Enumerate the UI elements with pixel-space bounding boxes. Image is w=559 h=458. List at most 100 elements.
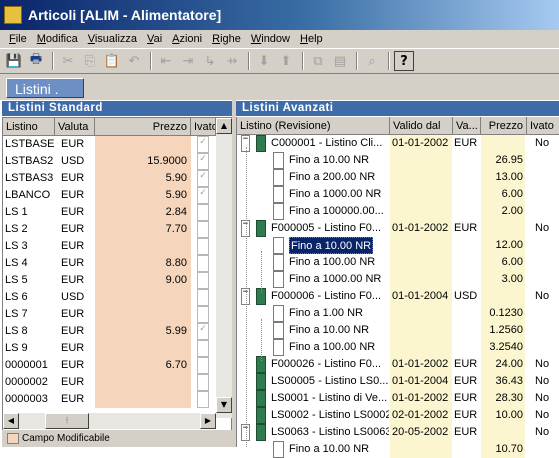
table-row[interactable]: LS 3 EUR — [3, 238, 215, 255]
tree-leaf[interactable]: Fino a 100000.00... 2.00 — [237, 203, 559, 220]
col-prezzo[interactable]: Prezzo — [481, 117, 527, 135]
tree-leaf[interactable]: Fino a 1000.00 NR 6.00 — [237, 186, 559, 203]
col-listino[interactable]: Listino — [3, 118, 55, 136]
tab-listini[interactable]: Listini . — [6, 78, 84, 98]
menu-visualizza[interactable]: Visualizza — [83, 30, 142, 48]
ivato-checkbox[interactable]: ✓ — [197, 187, 209, 204]
prezzo-cell[interactable]: 7.70 — [95, 221, 191, 238]
menu-window[interactable]: Window — [246, 30, 295, 48]
prezzo-cell[interactable]: 8.80 — [95, 255, 191, 272]
prezzo-cell[interactable]: 6.00 — [481, 186, 525, 203]
tree-node[interactable]: LS00005 - Listino LS0... 01-01-2004 EUR 36.… — [237, 373, 559, 390]
menu-help[interactable]: Help — [295, 30, 328, 48]
table-row[interactable]: 0000002 EUR — [3, 374, 215, 391]
col-listino-revisione[interactable]: Listino (Revisione) — [237, 117, 390, 135]
prezzo-cell[interactable] — [95, 374, 191, 391]
prezzo-cell[interactable]: 26.95 — [481, 152, 525, 169]
prezzo-cell[interactable]: 10.00 — [481, 407, 525, 424]
ivato-checkbox[interactable] — [197, 374, 209, 391]
search-icon[interactable]: ⌕ — [362, 51, 382, 71]
scroll-left-icon[interactable]: ◀ — [3, 413, 19, 429]
ivato-checkbox[interactable]: ✓ — [197, 136, 209, 153]
ivato-checkbox[interactable] — [197, 340, 209, 357]
prezzo-cell[interactable] — [95, 289, 191, 306]
table-row[interactable]: LSTBAS3 EUR 5.90 ✓ — [3, 170, 215, 187]
tree-leaf[interactable]: Fino a 100.00 NR 6.00 — [237, 254, 559, 271]
table-row[interactable]: LS 7 EUR — [3, 306, 215, 323]
left-vertical-scrollbar[interactable]: ▲ ▼ — [216, 118, 232, 418]
ivato-checkbox[interactable] — [197, 255, 209, 272]
move-up-icon[interactable]: ⬆ — [276, 51, 296, 71]
copy-icon[interactable]: ⎘ — [80, 51, 100, 71]
add-row-icon[interactable]: ⇥ — [178, 51, 198, 71]
prezzo-cell[interactable]: 10.70 — [481, 441, 525, 458]
tree-leaf[interactable]: Fino a 100.00 NR 3.2540 — [237, 339, 559, 356]
insert-row-icon[interactable]: ⇤ — [156, 51, 176, 71]
col-valido-dal[interactable]: Valido dal — [390, 117, 453, 135]
table-row[interactable]: LS 6 USD — [3, 289, 215, 306]
ivato-checkbox[interactable] — [197, 357, 209, 374]
menu-file[interactable]: File — [4, 30, 32, 48]
print-preview-icon[interactable]: 🖶 — [26, 51, 46, 71]
delete-row-icon[interactable]: ⇸ — [222, 51, 242, 71]
table-row[interactable]: LS 5 EUR 9.00 — [3, 272, 215, 289]
table-row[interactable]: LS 4 EUR 8.80 — [3, 255, 215, 272]
table-row[interactable]: 0000003 EUR — [3, 391, 215, 408]
prezzo-cell[interactable]: 1.2560 — [481, 322, 525, 339]
prezzo-cell[interactable]: 3.00 — [481, 271, 525, 288]
tree-node[interactable]: − C000001 - Listino Cli... 01-01-2002 EUR No — [237, 135, 559, 152]
table-row[interactable]: LS 2 EUR 7.70 — [3, 221, 215, 238]
ivato-checkbox[interactable] — [197, 272, 209, 289]
prezzo-cell[interactable]: 36.43 — [481, 373, 525, 390]
table-row[interactable]: 0000001 EUR 6.70 — [3, 357, 215, 374]
ivato-checkbox[interactable] — [197, 221, 209, 238]
col-ivato[interactable]: Ivato — [527, 117, 559, 135]
menu-azioni[interactable]: Azioni — [167, 30, 207, 48]
prezzo-cell[interactable]: 9.00 — [95, 272, 191, 289]
copy-doc-icon[interactable]: ⧉ — [308, 51, 328, 71]
cut-icon[interactable]: ✂ — [58, 51, 78, 71]
prezzo-cell[interactable] — [481, 220, 525, 237]
table-row[interactable]: LS 9 EUR — [3, 340, 215, 357]
tree-leaf[interactable]: Fino a 10.00 NR 1.2560 — [237, 322, 559, 339]
tree-node[interactable]: − F000005 - Listino F0... 01-01-2002 EUR No — [237, 220, 559, 237]
ivato-checkbox[interactable] — [197, 289, 209, 306]
prezzo-cell[interactable]: 5.90 — [95, 187, 191, 204]
prezzo-cell[interactable] — [95, 306, 191, 323]
prezzo-cell[interactable]: 28.30 — [481, 390, 525, 407]
prezzo-cell[interactable] — [95, 238, 191, 255]
prezzo-cell[interactable]: 13.00 — [481, 169, 525, 186]
tree-leaf[interactable]: Fino a 200.00 NR 13.00 — [237, 169, 559, 186]
prezzo-cell[interactable]: 5.90 — [95, 170, 191, 187]
prezzo-cell[interactable]: 2.84 — [95, 204, 191, 221]
tree-node[interactable]: LS0001 - Listino di Ve... 01-01-2002 EUR 28… — [237, 390, 559, 407]
tree-leaf[interactable]: Fino a 10.00 NR 12.00 — [237, 237, 559, 254]
table-row[interactable]: LBANCO EUR 5.90 ✓ — [3, 187, 215, 204]
scroll-thumb[interactable]: ⦙ — [45, 413, 89, 429]
add-child-icon[interactable]: ↳ — [200, 51, 220, 71]
prezzo-cell[interactable] — [481, 424, 525, 441]
prezzo-cell[interactable]: 6.70 — [95, 357, 191, 374]
ivato-checkbox[interactable]: ✓ — [197, 170, 209, 187]
col-prezzo[interactable]: Prezzo — [95, 118, 191, 136]
menu-vai[interactable]: Vai — [142, 30, 167, 48]
help-icon[interactable]: ? — [394, 51, 414, 71]
tree-leaf[interactable]: Fino a 10.00 NR 26.95 — [237, 152, 559, 169]
ivato-checkbox[interactable]: ✓ — [197, 323, 209, 340]
tree-leaf[interactable]: Fino a 1.00 NR 0.1230 — [237, 305, 559, 322]
col-valuta[interactable]: Valuta — [55, 118, 95, 136]
paste-doc-icon[interactable]: ▤ — [330, 51, 350, 71]
left-horizontal-scrollbar[interactable]: ◀ ⦙ ▶ — [3, 413, 216, 429]
prezzo-cell[interactable]: 0.1230 — [481, 305, 525, 322]
paste-icon[interactable]: 📋 — [102, 51, 122, 71]
prezzo-cell[interactable]: 24.00 — [481, 356, 525, 373]
table-row[interactable]: LSTBAS2 USD 15.9000 ✓ — [3, 153, 215, 170]
menu-righe[interactable]: Righe — [207, 30, 246, 48]
prezzo-cell[interactable]: 6.00 — [481, 254, 525, 271]
table-row[interactable]: LS 8 EUR 5.99 ✓ — [3, 323, 215, 340]
tree-node[interactable]: F000026 - Listino F0... 01-01-2002 EUR 24.0… — [237, 356, 559, 373]
prezzo-cell[interactable]: 5.99 — [95, 323, 191, 340]
ivato-checkbox[interactable] — [197, 204, 209, 221]
tree-node[interactable]: − LS0063 - Listino LS0063 20-05-2002 EUR No — [237, 424, 559, 441]
tree-node[interactable]: − F000006 - Listino F0... 01-01-2004 USD No — [237, 288, 559, 305]
